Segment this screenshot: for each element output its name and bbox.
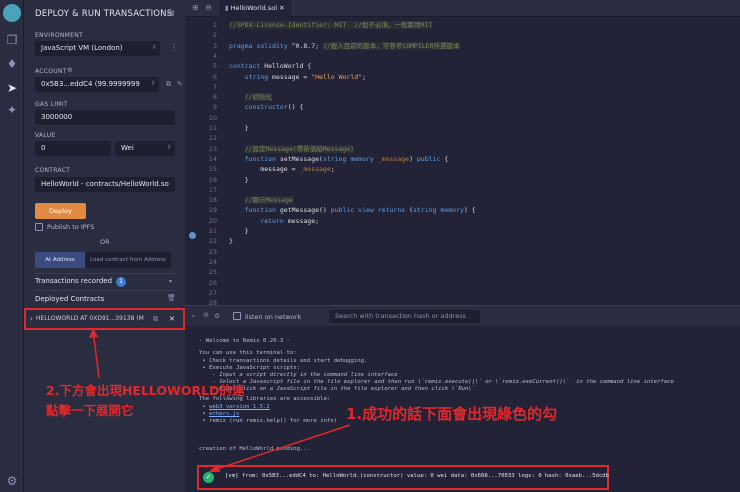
arrow-to-check	[213, 424, 351, 471]
annotation-expand-line1: 2.下方會出現HELLOWORLD的連	[46, 383, 245, 398]
arrow-head-check	[208, 464, 220, 472]
annotation-expand-line2: 點擊一下展開它	[46, 403, 134, 418]
remix-ide: ❐ ♦ ➤ ✦ ⚙ DEPLOY & RUN TRANSACTIONS ▤ EN…	[0, 0, 740, 492]
annotation-success: 1.成功的話下面會出現綠色的勾	[346, 405, 558, 423]
arrow-head-instance	[89, 328, 98, 338]
